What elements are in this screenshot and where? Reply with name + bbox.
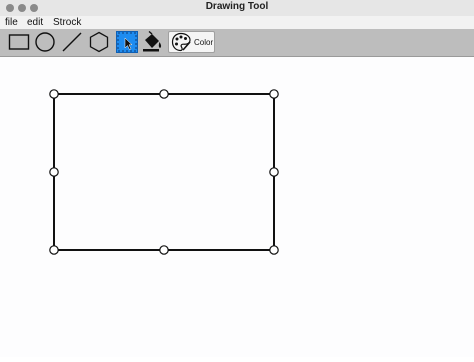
drawing-tool-window: Drawing Tool file edit Strock Color [0,0,474,357]
hexagon-tool-button[interactable] [88,31,110,53]
palette-icon [171,32,191,52]
resize-handle-top-left[interactable] [49,89,59,99]
circle-icon [35,32,55,52]
canvas-drawing-layer [49,89,279,255]
menu-bar: file edit Strock [0,16,474,29]
resize-handle-left[interactable] [49,167,59,177]
resize-handle-bottom-right[interactable] [269,245,279,255]
fill-tool-button[interactable] [140,31,162,53]
menu-edit[interactable]: edit [27,16,43,29]
toolbar: Color [0,29,474,57]
line-tool-button[interactable] [61,31,83,53]
menu-file[interactable]: file [5,16,18,29]
window-title: Drawing Tool [205,1,269,12]
color-button[interactable]: Color [168,31,215,53]
paint-bucket-icon [143,31,162,52]
hexagon-icon [89,31,109,53]
line-icon [62,32,82,52]
circle-tool-button[interactable] [34,31,56,53]
drawing-canvas[interactable] [0,57,474,357]
select-tool-button[interactable] [116,31,138,53]
menu-strock[interactable]: Strock [53,16,81,29]
select-arrow-icon [117,32,137,52]
rectangle-tool-button[interactable] [8,31,30,53]
resize-handle-top[interactable] [159,89,169,99]
drawn-rectangle[interactable] [53,93,275,251]
rectangle-icon [8,34,30,50]
resize-handle-right[interactable] [269,167,279,177]
title-bar: Drawing Tool [0,0,474,17]
resize-handle-bottom-left[interactable] [49,245,59,255]
resize-handle-top-right[interactable] [269,89,279,99]
resize-handle-bottom[interactable] [159,245,169,255]
color-button-label: Color [194,37,214,47]
